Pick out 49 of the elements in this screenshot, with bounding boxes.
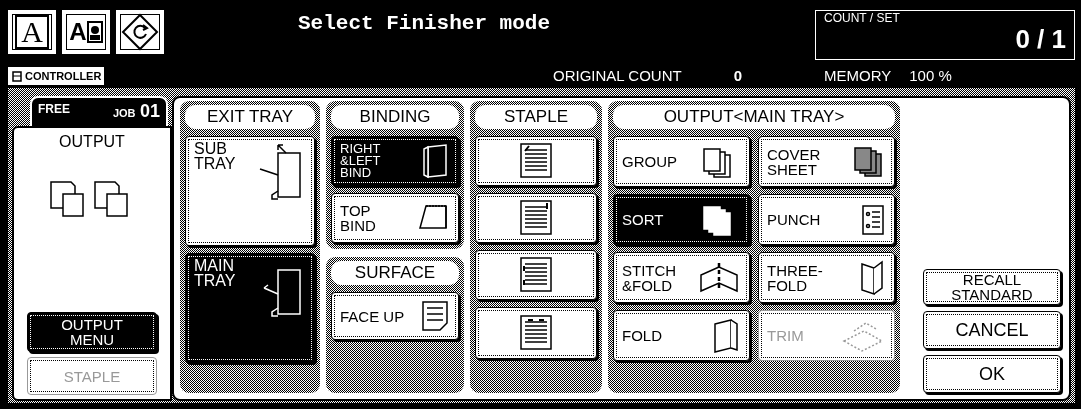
mode-button[interactable]: [116, 10, 164, 54]
folded-page-icon: [711, 317, 741, 354]
group-header: STAPLE: [475, 105, 597, 129]
memory-value: 100 %: [909, 65, 952, 86]
book-icon: [420, 143, 450, 179]
count-label: COUNT / SET: [824, 11, 901, 25]
count-value: 0 / 1: [1014, 25, 1066, 53]
controller-button[interactable]: CONTROLLER: [8, 66, 105, 86]
stapled-page-icon: [518, 199, 554, 237]
rotate-icon: [121, 13, 159, 51]
action-button[interactable]: RECALL STANDARD: [923, 269, 1061, 305]
option-button[interactable]: SORT: [613, 194, 750, 245]
option-button[interactable]: MAIN TRAY: [185, 253, 315, 363]
option-button[interactable]: PUNCH: [758, 194, 895, 245]
staple-position-button[interactable]: [475, 307, 597, 359]
original-count-label: ORIGINAL COUNT: [553, 65, 682, 86]
screen-title: Select Finisher mode: [296, 11, 551, 37]
punched-page-icon: [860, 203, 886, 236]
option-button[interactable]: THREE- FOLD: [758, 252, 895, 303]
document-icon: [420, 299, 450, 333]
folded-page-icon: [858, 259, 886, 296]
group-header: EXIT TRAY: [185, 105, 315, 129]
stapled-page-icon: [518, 314, 554, 352]
option-button[interactable]: SUB TRAY: [185, 136, 315, 246]
option-button[interactable]: FACE UP: [331, 292, 459, 340]
memory-label: MEMORY: [823, 65, 892, 86]
group-header: OUTPUT<MAIN TRAY>: [613, 105, 895, 129]
staple-position-button[interactable]: [475, 250, 597, 300]
mode-button[interactable]: A: [62, 10, 110, 54]
open-book-icon: [697, 260, 741, 295]
option-button[interactable]: RIGHT &LEFT BIND: [331, 136, 459, 186]
option-button[interactable]: COVER SHEET: [758, 136, 895, 187]
option-button[interactable]: FOLD: [613, 310, 750, 361]
original-count-value: 0: [733, 65, 742, 86]
option-button[interactable]: TOP BIND: [331, 193, 459, 243]
job-tab[interactable]: FREE JOB 01: [30, 96, 168, 126]
option-button[interactable]: GROUP: [613, 136, 750, 187]
staple-position-button[interactable]: [475, 193, 597, 243]
staple-position-button[interactable]: [475, 136, 597, 186]
output-menu-button[interactable]: OUTPUT MENU: [27, 312, 157, 352]
group-header: SURFACE: [331, 261, 459, 285]
action-button[interactable]: CANCEL: [923, 311, 1061, 349]
stapled-page-icon: [518, 256, 554, 294]
mode-button[interactable]: A: [8, 10, 56, 54]
stapled-page-icon: [518, 142, 554, 180]
person-icon: [86, 21, 103, 43]
option-button[interactable]: STITCH &FOLD: [613, 252, 750, 303]
group-header: BINDING: [331, 105, 459, 129]
action-button[interactable]: OK: [923, 355, 1061, 393]
